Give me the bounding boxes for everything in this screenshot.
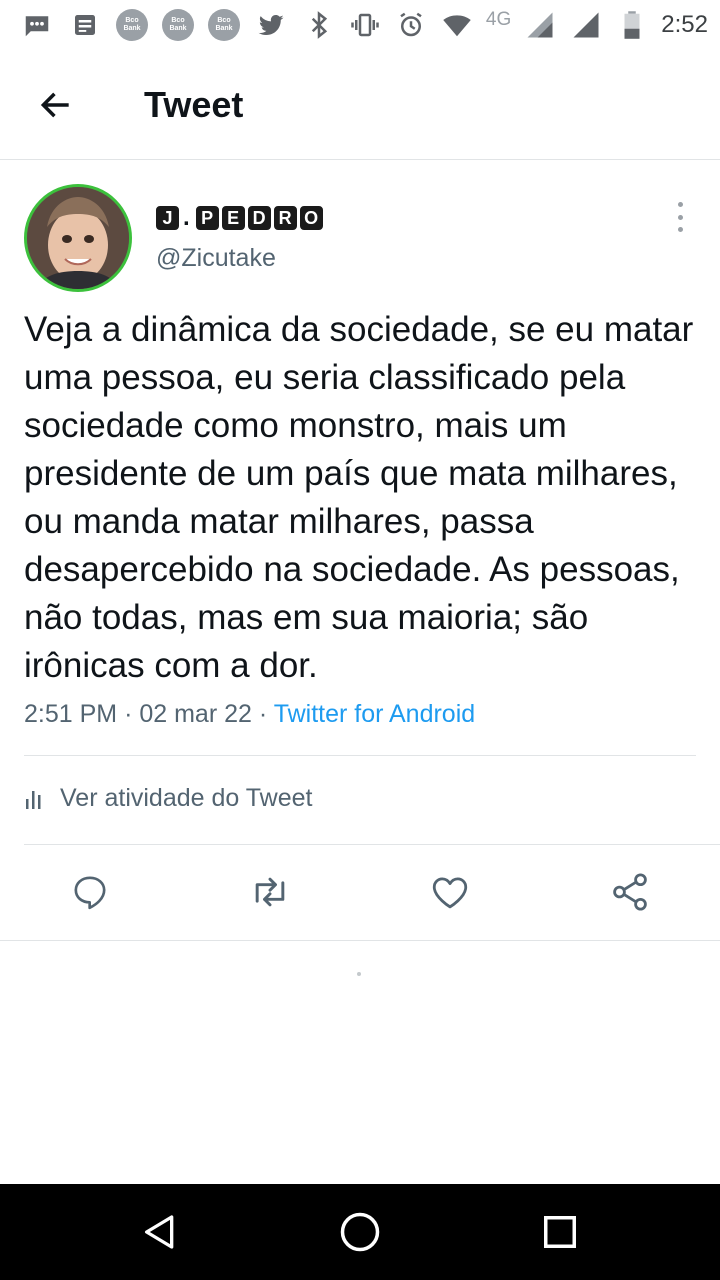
- meta-separator: ·: [124, 700, 133, 728]
- tweet-date: 02 mar 22: [139, 700, 252, 728]
- recents-square-icon: [544, 1216, 576, 1248]
- signal-icon: [523, 8, 557, 42]
- clock: 2:52: [661, 11, 708, 38]
- name-letter: P: [195, 206, 219, 230]
- tweet-text: Veja a dinâmica da sociedade, se eu mata…: [24, 310, 694, 685]
- name-letter: E: [221, 206, 245, 230]
- wifi-icon: [440, 8, 474, 42]
- name-letter: J: [156, 206, 179, 230]
- nav-back-button[interactable]: [136, 1208, 184, 1256]
- share-icon: [613, 873, 647, 911]
- bar-chart-icon: [26, 790, 41, 809]
- signal-icon: [569, 8, 603, 42]
- retweet-icon: [255, 877, 285, 907]
- nav-recents-button[interactable]: [536, 1208, 584, 1256]
- divider: [24, 755, 696, 756]
- bank-app-icon: Bco Bank: [208, 9, 240, 41]
- messages-icon: [20, 8, 54, 42]
- meta-separator: ·: [258, 700, 268, 728]
- tweet-actions: [0, 858, 720, 928]
- top-app-bar: Tweet: [0, 50, 720, 160]
- tweet-author: J . P E D R O @Zicutake: [24, 184, 696, 294]
- status-bar: Bco Bank Bco Bank Bco Bank 4G 2:52: [0, 0, 720, 50]
- more-vertical-icon: [677, 202, 683, 207]
- tweet-activity-link[interactable]: Ver atividade do Tweet: [24, 784, 313, 813]
- name-dot: .: [183, 204, 190, 231]
- back-triangle-icon: [145, 1215, 174, 1249]
- reply-icon: [74, 876, 106, 910]
- bank-app-icon: Bco Bank: [116, 9, 148, 41]
- battery-icon: [615, 8, 649, 42]
- name-letter: O: [299, 206, 323, 230]
- tweet-time: 2:51 PM: [24, 700, 118, 728]
- name-letter: D: [247, 206, 271, 230]
- home-circle-icon: [340, 1212, 380, 1252]
- system-nav-bar: [0, 1184, 720, 1280]
- user-handle[interactable]: @Zicutake: [156, 244, 276, 273]
- nav-home-button[interactable]: [336, 1208, 384, 1256]
- tweet-meta: 2:51 PM · 02 mar 22 · Twitter for Androi…: [24, 700, 475, 729]
- divider: [0, 940, 720, 941]
- divider: [24, 844, 720, 845]
- page-title: Tweet: [144, 83, 244, 125]
- like-icon: [432, 877, 468, 909]
- alarm-icon: [394, 8, 428, 42]
- name-letter: R: [273, 206, 297, 230]
- share-button[interactable]: [608, 870, 652, 914]
- twitter-icon: [254, 8, 288, 42]
- vibrate-icon: [348, 8, 382, 42]
- tweet-source-link[interactable]: Twitter for Android: [274, 700, 475, 728]
- loading-indicator: [357, 972, 361, 976]
- like-button[interactable]: [428, 870, 472, 914]
- bank-app-icon: Bco Bank: [162, 9, 194, 41]
- news-icon: [68, 8, 102, 42]
- bluetooth-icon: [302, 8, 336, 42]
- arrow-left-icon: [40, 92, 69, 117]
- activity-label: Ver atividade do Tweet: [60, 784, 313, 812]
- retweet-button[interactable]: [248, 870, 292, 914]
- avatar-photo: [27, 187, 129, 289]
- avatar[interactable]: [24, 184, 132, 292]
- network-type-label: 4G: [485, 9, 512, 30]
- back-button[interactable]: [26, 75, 86, 135]
- display-name[interactable]: J . P E D R O: [156, 204, 323, 232]
- more-options-button[interactable]: [672, 202, 688, 232]
- reply-button[interactable]: [68, 870, 112, 914]
